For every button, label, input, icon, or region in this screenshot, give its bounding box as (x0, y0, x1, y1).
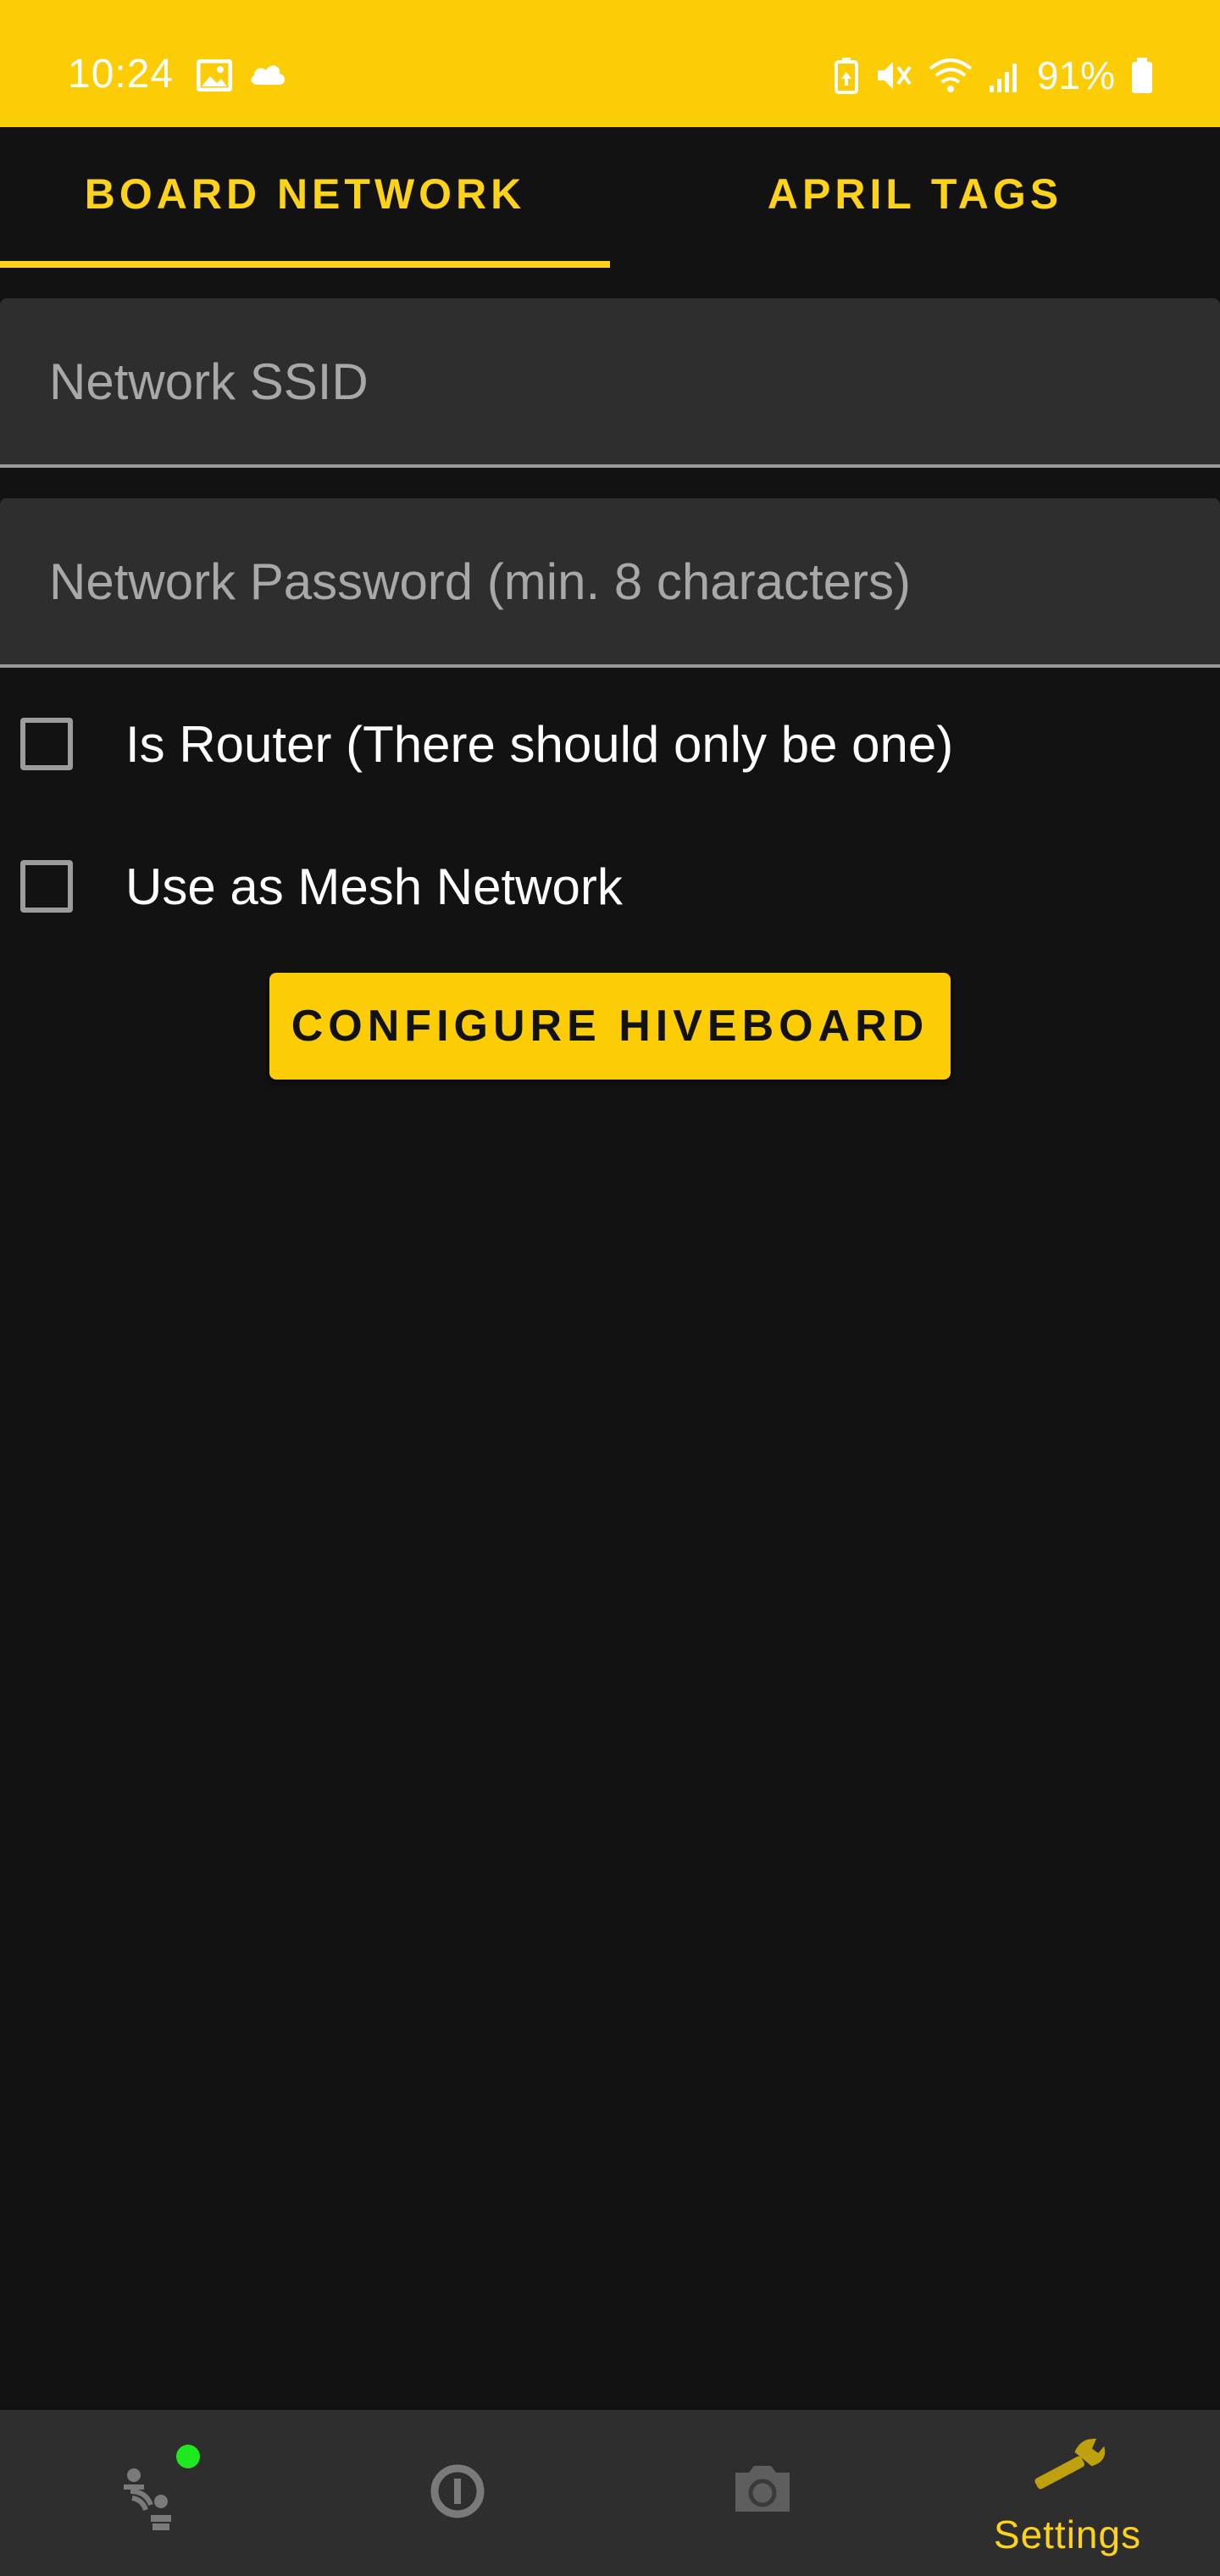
is-router-label: Is Router (There should only be one) (125, 715, 954, 773)
status-right-icons: 91% (834, 53, 1154, 98)
camera-icon (735, 2466, 790, 2512)
signal-icon (989, 64, 1017, 92)
status-left-icons (197, 59, 288, 92)
status-bar: 10:24 91% (0, 0, 1220, 127)
bottom-navigation: Settings (0, 2410, 1220, 2576)
wifi-icon (929, 58, 973, 92)
network-password-input[interactable] (49, 498, 1184, 664)
mesh-network-row[interactable]: Use as Mesh Network (0, 836, 1220, 937)
info-circle-icon (430, 2464, 485, 2518)
nav-connection[interactable] (0, 2410, 305, 2576)
mesh-network-label: Use as Mesh Network (125, 858, 623, 915)
battery-percentage: 91% (1036, 53, 1115, 97)
status-time: 10:24 (68, 52, 175, 97)
image-icon (197, 59, 232, 92)
is-router-row[interactable]: Is Router (There should only be one) (0, 693, 1220, 795)
network-password-field (0, 498, 1220, 668)
connection-status-dot (176, 2445, 200, 2468)
nav-settings[interactable]: Settings (915, 2410, 1220, 2576)
tab-selected-indicator (0, 261, 610, 268)
nav-camera[interactable] (610, 2410, 915, 2576)
battery-saver-icon (834, 58, 858, 94)
mesh-network-checkbox[interactable] (20, 860, 73, 913)
configure-hiveboard-button[interactable]: CONFIGURE HIVEBOARD (269, 973, 951, 1080)
is-router-checkbox[interactable] (20, 718, 73, 770)
network-ssid-input[interactable] (49, 298, 1184, 464)
battery-icon (1132, 58, 1152, 93)
nav-settings-label: Settings (993, 2512, 1142, 2557)
network-ssid-field (0, 298, 1220, 468)
nav-info[interactable] (305, 2410, 610, 2576)
tab-board-network[interactable]: BOARD NETWORK (0, 127, 610, 268)
mute-icon (877, 62, 912, 89)
tab-april-tags[interactable]: APRIL TAGS (610, 127, 1220, 268)
tab-bar: BOARD NETWORK APRIL TAGS (0, 127, 1220, 268)
cloud-icon (251, 65, 285, 85)
